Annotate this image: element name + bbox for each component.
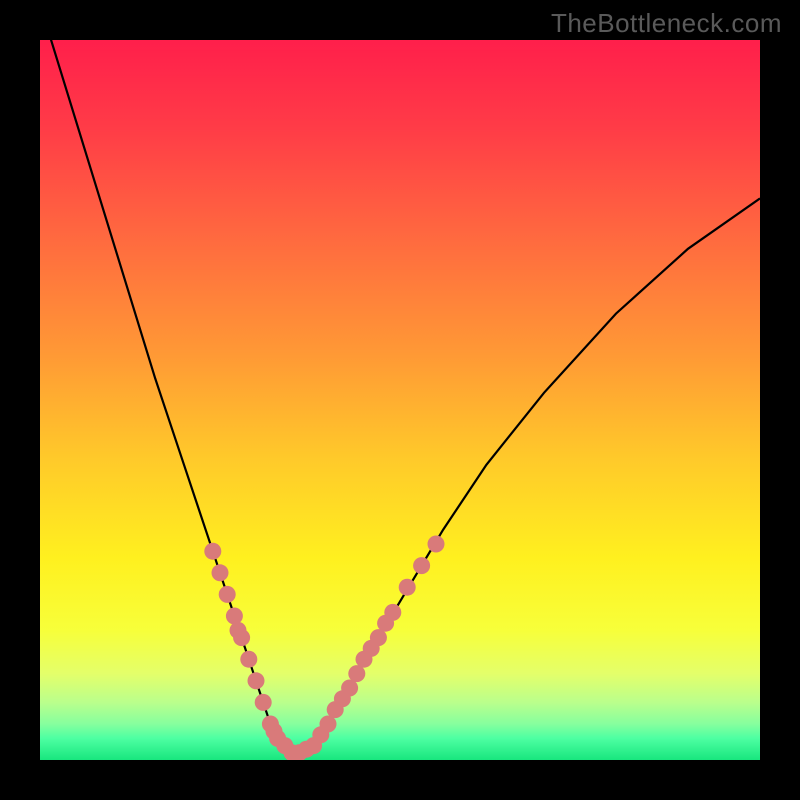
- curve-marker: [219, 586, 236, 603]
- curve-marker: [370, 629, 387, 646]
- curve-marker: [212, 564, 229, 581]
- watermark-text: TheBottleneck.com: [551, 8, 782, 39]
- curve-marker: [240, 651, 257, 668]
- curve-layer: [40, 40, 760, 760]
- curve-marker: [384, 604, 401, 621]
- marker-group: [204, 536, 444, 761]
- curve-marker: [348, 665, 365, 682]
- curve-marker: [320, 716, 337, 733]
- bottleneck-curve: [40, 40, 760, 753]
- plot-area: [40, 40, 760, 760]
- curve-marker: [255, 694, 272, 711]
- curve-marker: [341, 680, 358, 697]
- curve-marker: [413, 557, 430, 574]
- curve-marker: [428, 536, 445, 553]
- curve-marker: [226, 608, 243, 625]
- curve-marker: [399, 579, 416, 596]
- chart-stage: TheBottleneck.com: [0, 0, 800, 800]
- curve-marker: [204, 543, 221, 560]
- curve-marker: [233, 629, 250, 646]
- curve-marker: [248, 672, 265, 689]
